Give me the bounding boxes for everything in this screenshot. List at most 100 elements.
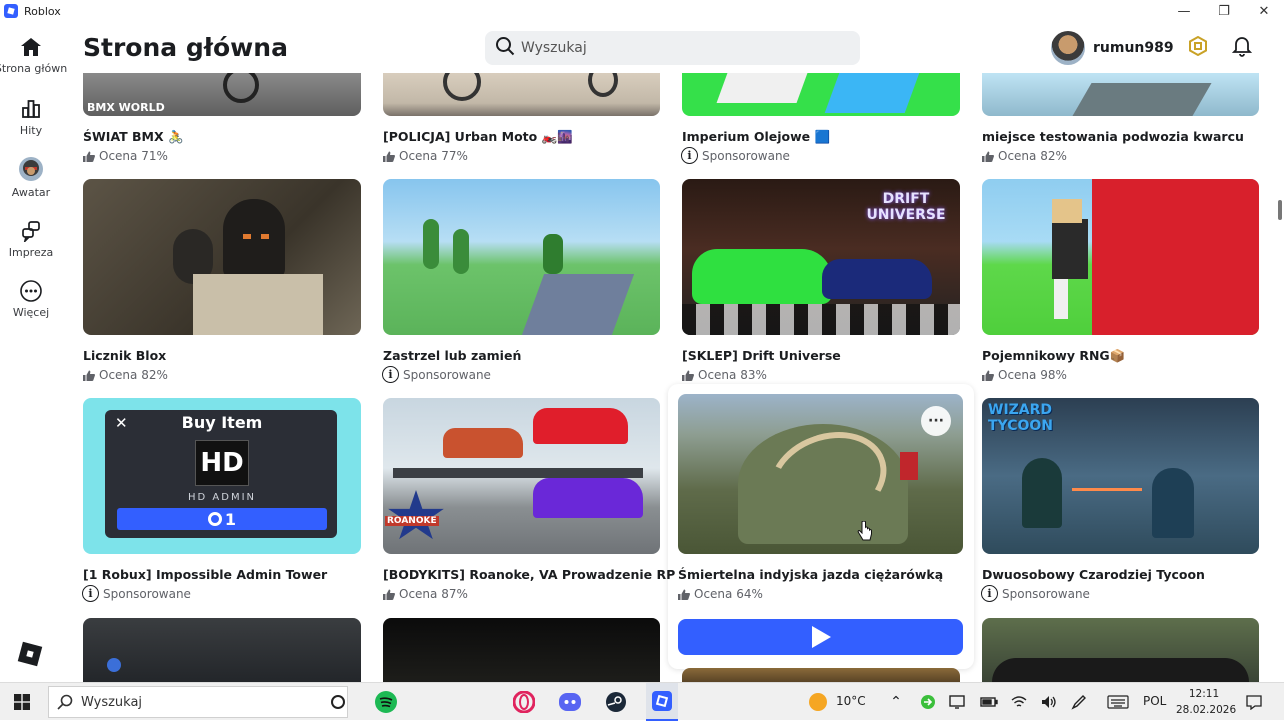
sponsored-label: Sponsorowane: [1002, 586, 1090, 601]
game-title[interactable]: [BODYKITS] Roanoke, VA Prowadzenie RP: [383, 567, 675, 582]
game-rating: Ocena 77%: [383, 149, 468, 163]
weather-icon[interactable]: [806, 683, 830, 721]
thumbs-up-icon: [83, 370, 95, 381]
username[interactable]: rumun989: [1093, 40, 1174, 56]
close-button[interactable]: ✕: [1244, 0, 1284, 22]
roblox-taskbar-button[interactable]: [646, 683, 678, 721]
info-icon[interactable]: i: [981, 585, 998, 602]
taskbar-search-label: Wyszukaj: [81, 694, 143, 710]
game-thumbnail[interactable]: [682, 668, 960, 682]
info-icon[interactable]: i: [82, 585, 99, 602]
spotify-taskbar-button[interactable]: [372, 683, 400, 721]
game-title[interactable]: Pojemnikowy RNG📦: [982, 348, 1125, 364]
cortana-icon: [331, 695, 345, 709]
game-title[interactable]: [1 Robux] Impossible Admin Tower: [83, 567, 327, 582]
roblox-logo-icon[interactable]: [17, 641, 43, 667]
thumbs-up-icon: [682, 370, 694, 381]
opera-taskbar-button[interactable]: [510, 683, 538, 721]
game-rating-text: Ocena 87%: [399, 587, 468, 601]
play-button[interactable]: [678, 619, 963, 655]
info-icon[interactable]: i: [681, 147, 698, 164]
game-title[interactable]: Licznik Blox: [83, 348, 166, 363]
taskbar-search[interactable]: Wyszukaj: [48, 686, 348, 718]
tray-display-icon[interactable]: [946, 683, 968, 721]
nav-item-more[interactable]: Więcej: [0, 280, 62, 319]
notifications-bell-icon[interactable]: [1231, 35, 1252, 61]
mouse-cursor-icon: [857, 521, 872, 541]
maximize-button[interactable]: ❐: [1204, 0, 1244, 22]
game-thumbnail[interactable]: DRIFT UNIVERSE: [682, 179, 960, 335]
game-thumbnail[interactable]: [682, 73, 960, 116]
thumbnail-logo: HD: [200, 448, 244, 478]
robux-icon[interactable]: [1188, 35, 1208, 60]
nav-item-avatar[interactable]: Awatar: [0, 156, 62, 199]
wifi-icon[interactable]: [1008, 683, 1030, 721]
search-bar[interactable]: [485, 31, 860, 65]
sponsored-label: Sponsorowane: [103, 586, 191, 601]
scrollbar-thumb[interactable]: [1278, 200, 1282, 220]
game-thumbnail[interactable]: WIZARD TYCOON: [982, 398, 1259, 554]
left-nav: Strona główn Hity Awatar Impreza Więcej: [0, 22, 67, 682]
game-thumbnail[interactable]: [383, 618, 660, 682]
party-icon: [20, 220, 42, 242]
nav-item-charts[interactable]: Hity: [0, 98, 62, 137]
game-rating-text: Ocena 64%: [694, 587, 763, 601]
game-thumbnail[interactable]: [383, 73, 660, 116]
game-rating: Ocena 82%: [83, 368, 168, 382]
game-sponsored: i Sponsorowane: [82, 585, 191, 602]
game-title[interactable]: Zastrzel lub zamień: [383, 348, 521, 363]
nav-label-party: Impreza: [8, 246, 54, 259]
info-icon[interactable]: i: [382, 366, 399, 383]
discord-taskbar-button[interactable]: [556, 683, 584, 721]
game-thumbnail[interactable]: [83, 179, 361, 335]
game-thumbnail[interactable]: BMX WORLD: [83, 73, 361, 116]
game-thumbnail[interactable]: [982, 73, 1259, 116]
discord-icon: [559, 693, 581, 711]
more-options-button[interactable]: ···: [921, 406, 951, 436]
input-language[interactable]: POL: [1143, 694, 1166, 708]
game-title[interactable]: miejsce testowania podwozia kwarcu: [982, 129, 1244, 144]
game-thumbnail[interactable]: ROANOKE: [383, 398, 660, 554]
tray-expand-icon[interactable]: ⌃: [886, 683, 906, 721]
game-title[interactable]: ŚWIAT BMX 🚴: [83, 129, 184, 145]
game-title[interactable]: [POLICJA] Urban Moto 🏍️🌆: [383, 129, 573, 145]
game-rating-text: Ocena 83%: [698, 368, 767, 382]
search-input[interactable]: [521, 40, 841, 56]
steam-taskbar-button[interactable]: [602, 683, 630, 721]
game-title[interactable]: Śmiertelna indyjska jazda ciężarówką: [678, 567, 943, 582]
thumbnail-price: 1: [224, 509, 237, 529]
game-thumbnail[interactable]: [83, 618, 361, 682]
pen-icon[interactable]: [1068, 683, 1090, 721]
cortana-button[interactable]: [326, 683, 350, 721]
nav-label-charts: Hity: [19, 124, 43, 137]
minimize-button[interactable]: —: [1164, 0, 1204, 22]
battery-icon[interactable]: [978, 683, 1000, 721]
start-button[interactable]: [8, 683, 36, 721]
game-title[interactable]: Dwuosobowy Czarodziej Tycoon: [982, 567, 1205, 582]
roblox-app-icon: [4, 4, 18, 18]
play-icon: [811, 626, 831, 648]
game-thumbnail[interactable]: ✕ Buy Item HD HD ADMIN 1: [83, 398, 361, 554]
nav-item-home[interactable]: Strona główn: [0, 36, 67, 75]
game-title[interactable]: [SKLEP] Drift Universe: [682, 348, 841, 363]
game-rating: Ocena 83%: [682, 368, 767, 382]
nav-item-party[interactable]: Impreza: [0, 220, 62, 259]
volume-icon[interactable]: [1038, 683, 1060, 721]
opera-icon: [513, 691, 535, 713]
avatar-icon: [18, 156, 44, 182]
clock-date: 28.02.2026: [1176, 704, 1237, 716]
window-titlebar: Roblox — ❐ ✕: [0, 0, 1284, 22]
tray-app-icon[interactable]: [918, 683, 938, 721]
keyboard-icon[interactable]: [1104, 683, 1132, 721]
game-thumbnail[interactable]: [383, 179, 660, 335]
taskbar-clock[interactable]: 12:11 28.02.2026: [1176, 686, 1237, 718]
game-thumbnail[interactable]: [982, 618, 1259, 682]
notification-center-icon[interactable]: [1242, 683, 1266, 721]
game-thumbnail[interactable]: [982, 179, 1259, 335]
game-title[interactable]: Imperium Olejowe 🟦: [682, 129, 830, 145]
game-sponsored: i Sponsorowane: [382, 366, 491, 383]
thumbnail-caption: DRIFT UNIVERSE: [866, 191, 946, 223]
robux-icon: [207, 512, 222, 526]
avatar[interactable]: [1051, 31, 1085, 65]
weather-temperature[interactable]: 10°C: [836, 694, 866, 708]
